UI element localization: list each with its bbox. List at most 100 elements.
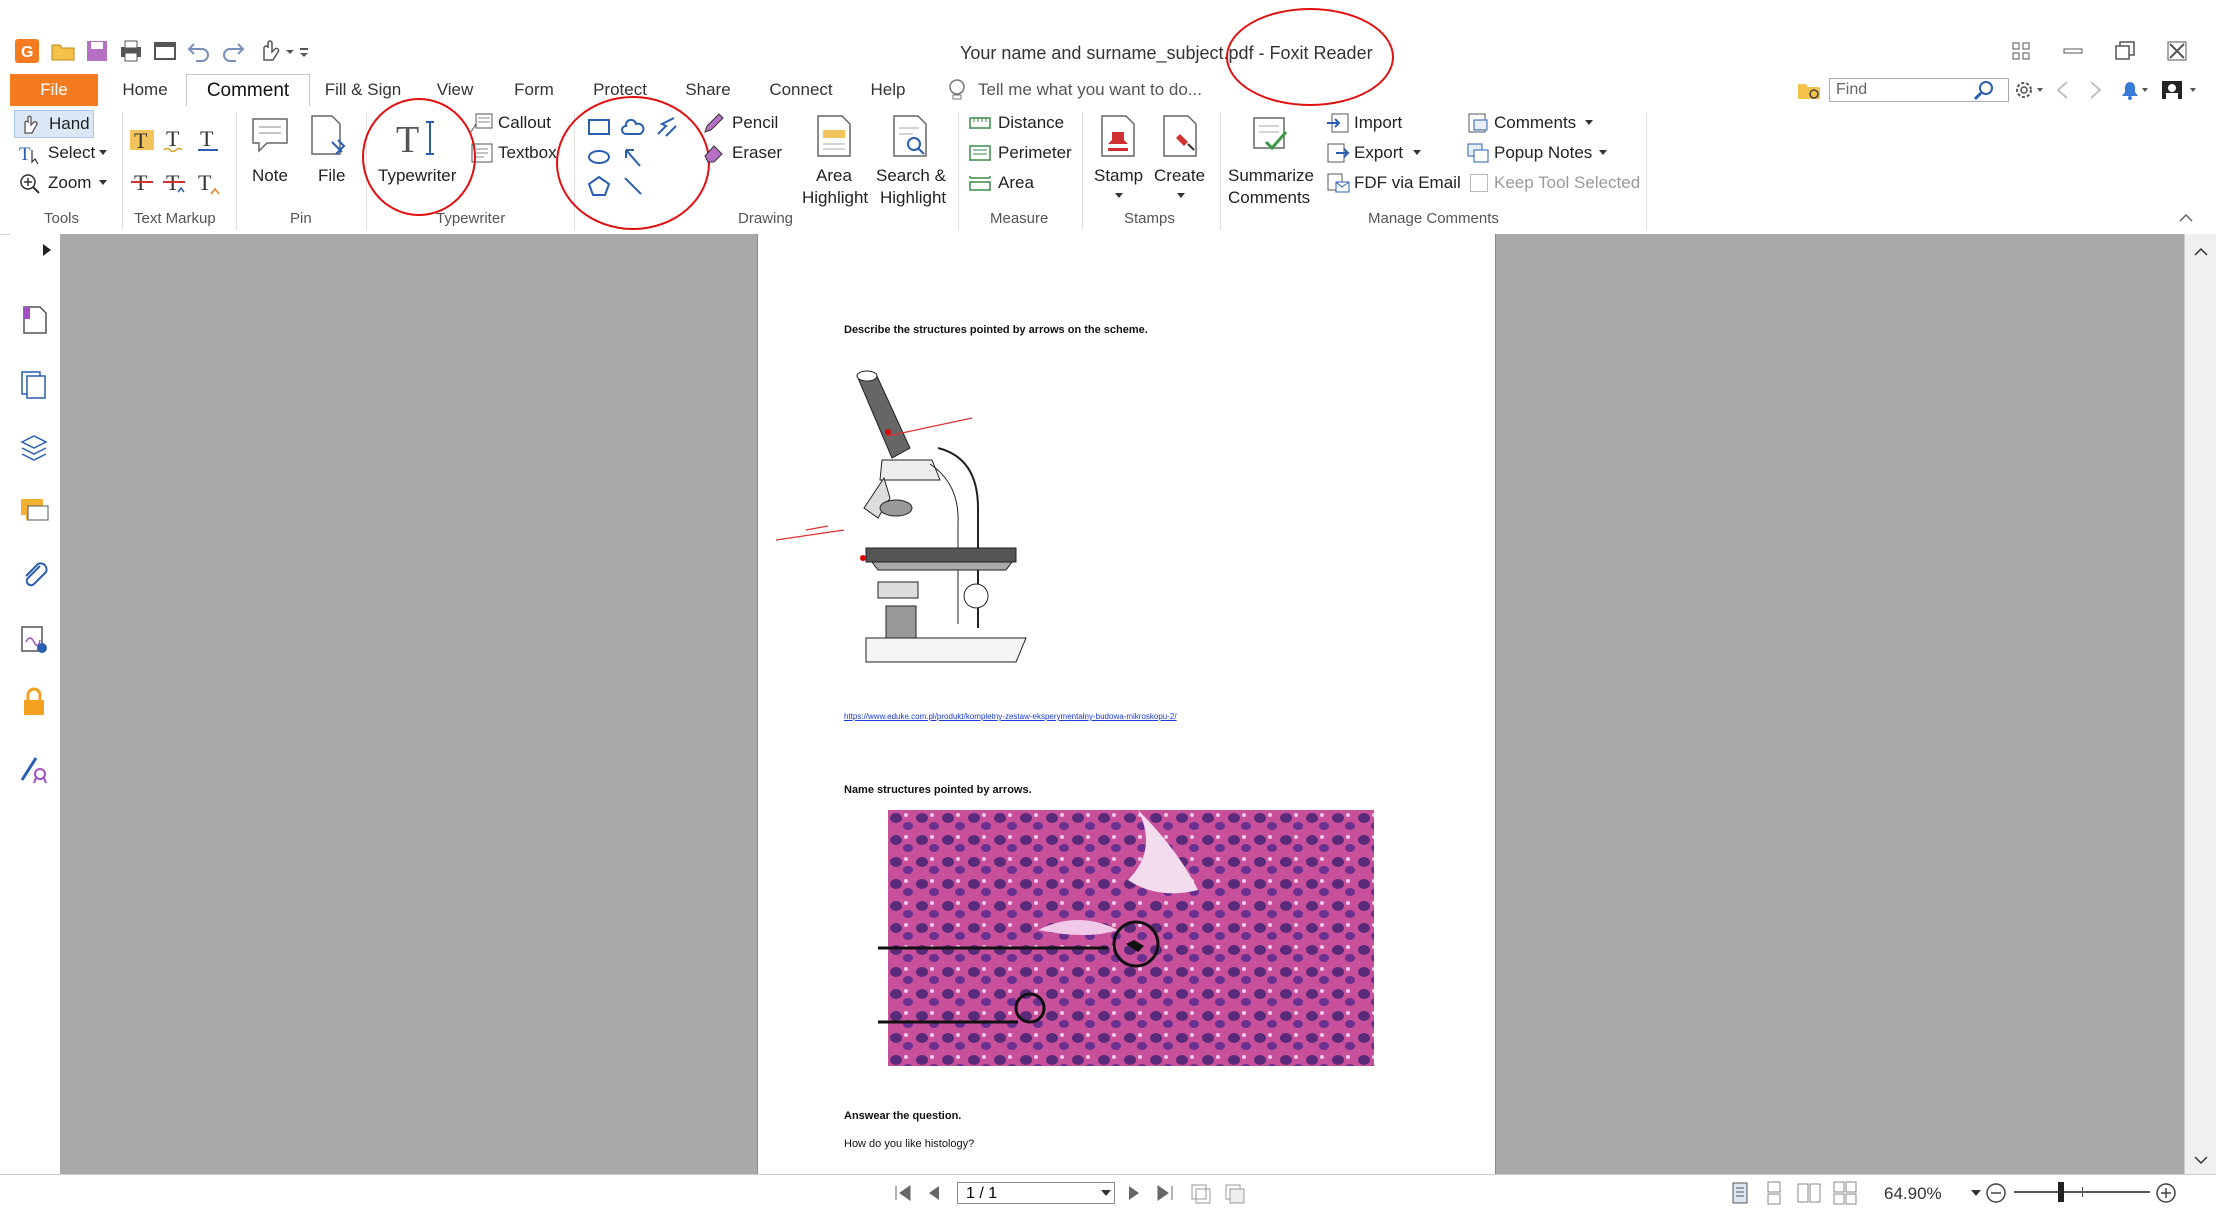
note-button[interactable]: Note — [244, 110, 296, 192]
single-page-icon[interactable] — [1728, 1181, 1752, 1205]
comments-panel-icon[interactable] — [18, 494, 50, 526]
tab-comment[interactable]: Comment — [186, 74, 310, 108]
distance-button[interactable]: Distance — [966, 110, 1076, 136]
gear-icon[interactable] — [2012, 78, 2046, 102]
perimeter-button[interactable]: Perimeter — [966, 140, 1076, 166]
select-tool-button[interactable]: T Select — [16, 140, 116, 166]
previous-result-icon[interactable] — [2052, 78, 2074, 102]
vertical-scrollbar[interactable] — [2184, 234, 2216, 1174]
next-page-icon[interactable] — [1124, 1183, 1144, 1203]
save-icon[interactable] — [84, 38, 110, 64]
expand-panel-icon[interactable] — [40, 242, 54, 258]
tab-fill-sign[interactable]: Fill & Sign — [318, 74, 408, 106]
scroll-down-icon[interactable] — [2191, 1152, 2211, 1168]
hand-tool-quick-icon[interactable] — [256, 38, 282, 64]
highlight-text-icon[interactable]: T — [128, 124, 156, 154]
tab-share[interactable]: Share — [670, 74, 746, 106]
scroll-up-icon[interactable] — [2191, 244, 2211, 260]
bookmark-panel-icon[interactable] — [18, 304, 50, 336]
ribbon-display-icon[interactable] — [2006, 36, 2036, 66]
export-button[interactable]: Export — [1326, 140, 1458, 166]
popup-notes-dropdown[interactable]: Popup Notes — [1466, 140, 1626, 166]
tab-help[interactable]: Help — [860, 74, 916, 106]
last-page-icon[interactable] — [1154, 1183, 1176, 1203]
first-page-icon[interactable] — [892, 1183, 914, 1203]
histology-arrows — [878, 946, 1108, 1024]
hand-tool-button[interactable]: Hand — [14, 110, 94, 138]
underline-text-icon[interactable]: T — [194, 124, 222, 154]
chevron-down-icon[interactable] — [1970, 1189, 1982, 1199]
area-measure-button[interactable]: Area — [966, 170, 1076, 196]
comments-dropdown[interactable]: Comments — [1466, 110, 1616, 136]
next-result-icon[interactable] — [2084, 78, 2106, 102]
find-folder-icon[interactable] — [1796, 78, 1822, 102]
zoom-label: Zoom — [48, 173, 92, 192]
tab-form[interactable]: Form — [500, 74, 568, 106]
customize-toolbar-icon[interactable] — [284, 38, 314, 64]
zoom-level[interactable]: 64.90% — [1884, 1184, 1942, 1204]
tab-home[interactable]: Home — [106, 74, 184, 106]
callout-button[interactable]: Callout — [470, 110, 560, 136]
area-highlight-button[interactable]: Area Highlight — [800, 110, 868, 210]
note-label: Note — [252, 166, 288, 185]
tab-file[interactable]: File — [10, 74, 98, 106]
open-folder-icon[interactable] — [50, 38, 76, 64]
signature-panel-icon[interactable] — [18, 624, 50, 656]
svg-text:T: T — [134, 128, 148, 153]
tell-me-input[interactable]: Tell me what you want to do... — [978, 80, 1202, 100]
lock-panel-icon[interactable] — [18, 686, 50, 718]
previous-page-icon[interactable] — [924, 1183, 944, 1203]
restore-icon[interactable] — [2110, 36, 2140, 66]
insert-text-icon[interactable]: T — [194, 168, 222, 196]
print-icon[interactable] — [118, 38, 144, 64]
chevron-down-icon[interactable] — [1100, 1189, 1112, 1199]
zoom-slider-tick — [2082, 1187, 2083, 1197]
search-icon[interactable] — [1972, 78, 1998, 102]
pencil-button[interactable]: Pencil — [700, 110, 790, 136]
keep-tool-selected-checkbox[interactable]: Keep Tool Selected — [1466, 170, 1646, 196]
source-link[interactable]: https://www.eduke.com.pl/produkt/komplet… — [844, 712, 1177, 721]
layers-panel-icon[interactable] — [18, 430, 50, 462]
create-stamp-button[interactable]: Create — [1150, 110, 1212, 210]
textbox-button[interactable]: Textbox — [470, 140, 560, 166]
search-highlight-button[interactable]: Search & Highlight — [872, 110, 952, 210]
question-1: Describe the structures pointed by arrow… — [844, 324, 1148, 336]
certified-panel-icon[interactable] — [18, 752, 50, 784]
window-icon[interactable] — [152, 38, 178, 64]
pages-panel-icon[interactable] — [18, 368, 50, 400]
squiggly-underline-icon[interactable]: T — [160, 124, 188, 154]
tab-connect[interactable]: Connect — [756, 74, 846, 106]
bell-icon[interactable] — [2116, 78, 2152, 102]
stamp-button[interactable]: Stamp — [1090, 110, 1148, 210]
account-icon[interactable] — [2158, 78, 2202, 102]
zoom-out-icon[interactable] — [1984, 1181, 2008, 1205]
summarize-comments-button[interactable]: Summarize Comments — [1226, 110, 1318, 210]
file-attachment-button[interactable]: File — [304, 110, 352, 192]
undo-icon[interactable] — [186, 38, 212, 64]
continuous-facing-icon[interactable] — [1832, 1181, 1858, 1205]
close-icon[interactable] — [2162, 36, 2192, 66]
zoom-in-icon[interactable] — [2154, 1181, 2178, 1205]
fdf-email-label: FDF via Email — [1354, 173, 1461, 192]
zoom-slider-handle[interactable] — [2058, 1182, 2064, 1202]
continuous-page-icon[interactable] — [1762, 1181, 1786, 1205]
eraser-button[interactable]: Eraser — [700, 140, 790, 166]
replace-text-icon[interactable]: T — [160, 168, 188, 196]
facing-page-icon[interactable] — [1796, 1181, 1822, 1205]
zoom-tool-button[interactable]: Zoom — [16, 170, 116, 196]
previous-view-icon[interactable] — [1188, 1181, 1214, 1205]
select-label: Select — [48, 143, 96, 162]
strikeout-icon[interactable]: T — [128, 168, 156, 196]
minimize-icon[interactable] — [2058, 36, 2088, 66]
checkbox-box[interactable] — [1470, 174, 1488, 192]
document-canvas[interactable]: Describe the structures pointed by arrow… — [60, 234, 2184, 1174]
import-button[interactable]: Import — [1326, 110, 1458, 136]
redo-icon[interactable] — [220, 38, 246, 64]
annotation-circle-title — [1226, 8, 1394, 106]
next-view-icon[interactable] — [1222, 1181, 1248, 1205]
page-number-input[interactable]: 1 / 1 — [957, 1182, 1115, 1204]
fdf-via-email-button[interactable]: FDF via Email — [1326, 170, 1461, 196]
popup-notes-icon — [1467, 143, 1489, 163]
attachments-panel-icon[interactable] — [18, 558, 50, 590]
collapse-ribbon-icon[interactable] — [2176, 210, 2196, 226]
